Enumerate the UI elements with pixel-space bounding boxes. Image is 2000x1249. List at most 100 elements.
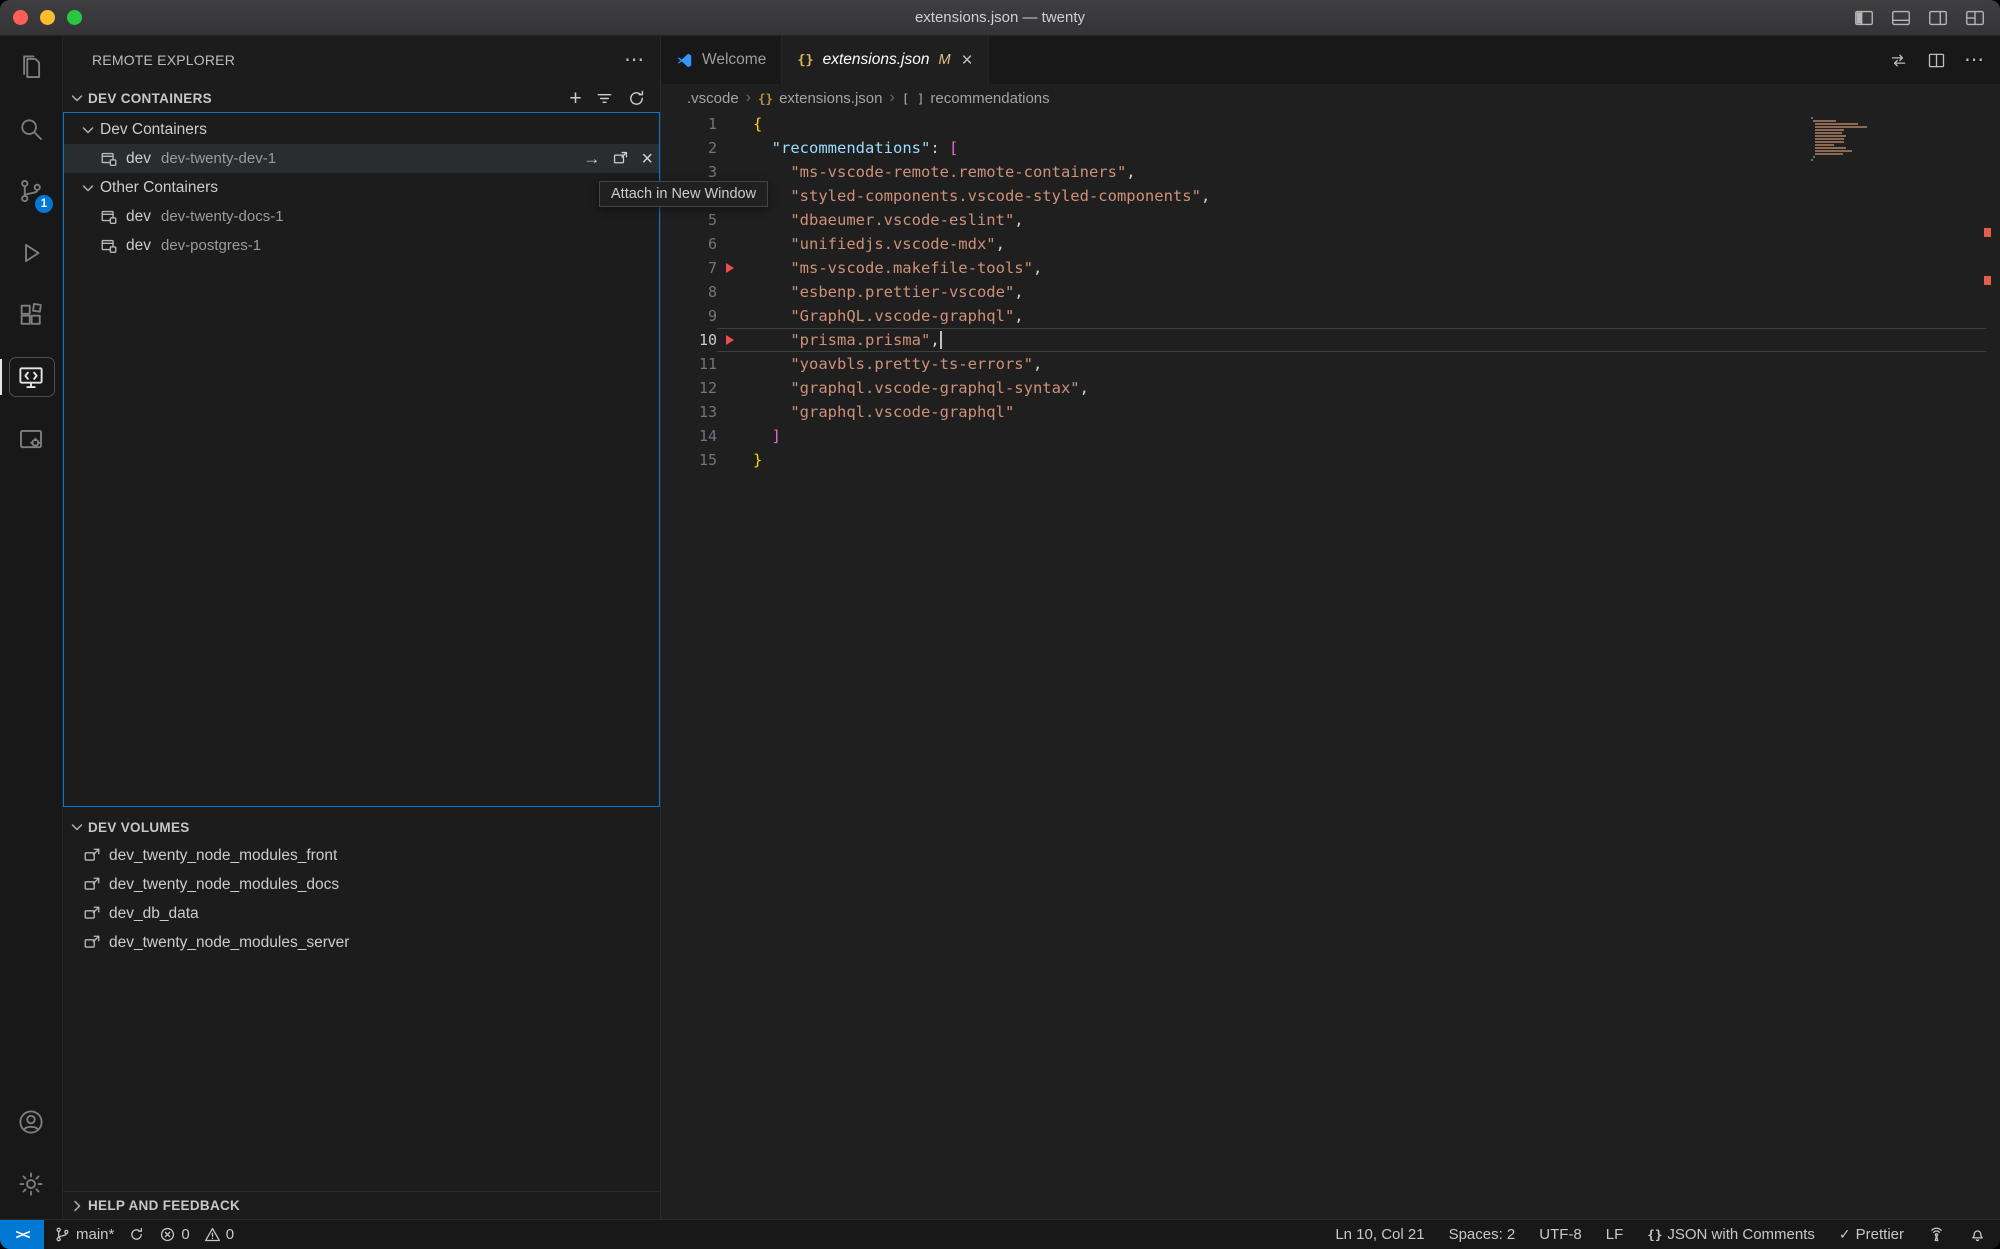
indentation-status[interactable]: Spaces: 2	[1449, 1226, 1516, 1243]
code-line-6[interactable]: 6 "unifiedjs.vscode-mdx",	[661, 232, 2000, 256]
activity-extensions[interactable]	[0, 284, 62, 346]
close-window-button[interactable]	[13, 10, 28, 25]
more-actions-icon[interactable]: ⋯	[624, 50, 644, 70]
volume-item-dev-twenty-node-modules-docs[interactable]: dev_twenty_node_modules_docs	[63, 870, 660, 899]
tab-welcome[interactable]: Welcome	[661, 36, 782, 84]
notifications-status[interactable]	[1969, 1226, 1986, 1243]
split-editor-icon[interactable]	[1926, 50, 1947, 71]
volume-icon	[83, 905, 101, 923]
formatter-status[interactable]: ✓ Prettier	[1839, 1226, 1904, 1243]
container-gear-icon	[16, 424, 46, 454]
filter-icon[interactable]	[595, 89, 614, 108]
code-text: "esbenp.prettier-vscode",	[753, 280, 1024, 304]
zoom-window-button[interactable]	[67, 10, 82, 25]
volume-item-dev-db-data[interactable]: dev_db_data	[63, 899, 660, 928]
code-line-8[interactable]: 8 "esbenp.prettier-vscode",	[661, 280, 2000, 304]
section-dev-volumes[interactable]: DEV VOLUMES	[63, 813, 660, 841]
code-line-15[interactable]: 15}	[661, 448, 2000, 472]
minimap-line	[1813, 156, 1815, 158]
activity-bar-bottom	[0, 1091, 62, 1215]
stop-container-icon[interactable]: ×	[641, 149, 653, 169]
section-help-and-feedback[interactable]: HELP AND FEEDBACK	[63, 1191, 660, 1219]
code-lines: 1{2 "recommendations": [3 "ms-vscode-rem…	[661, 112, 2000, 472]
code-line-9[interactable]: 9 "GraphQL.vscode-graphql",	[661, 304, 2000, 328]
volume-item-dev-twenty-node-modules-front[interactable]: dev_twenty_node_modules_front	[63, 841, 660, 870]
code-line-7[interactable]: 7 "ms-vscode.makefile-tools",	[661, 256, 2000, 280]
code-line-3[interactable]: 3 "ms-vscode-remote.remote-containers",	[661, 160, 2000, 184]
line-number: 14	[661, 424, 717, 448]
code-text: }	[753, 448, 762, 472]
code-line-13[interactable]: 13 "graphql.vscode-graphql"	[661, 400, 2000, 424]
activity-run-and-debug[interactable]	[0, 222, 62, 284]
container-item-dev-twenty-docs-1[interactable]: devdev-twenty-docs-1	[64, 202, 659, 231]
code-line-5[interactable]: 5 "dbaeumer.vscode-eslint",	[661, 208, 2000, 232]
errors-status[interactable]: 0	[159, 1226, 189, 1243]
breadcrumb-item-extensions-json[interactable]: {}extensions.json	[758, 90, 882, 107]
toggle-primary-sidebar-icon[interactable]	[1853, 7, 1875, 29]
code-line-11[interactable]: 11 "yoavbls.pretty-ts-errors",	[661, 352, 2000, 376]
container-icon	[100, 150, 118, 168]
attach-container-icon[interactable]: →	[583, 150, 600, 167]
eol-status[interactable]: LF	[1606, 1226, 1624, 1243]
activity-remote-explorer[interactable]	[0, 346, 62, 408]
gutter	[717, 328, 753, 352]
minimap-line	[1815, 147, 1846, 149]
feedback-status[interactable]	[1928, 1226, 1945, 1243]
gutter	[717, 352, 753, 376]
volume-item-dev-twenty-node-modules-server[interactable]: dev_twenty_node_modules_server	[63, 928, 660, 957]
code-line-1[interactable]: 1{	[661, 112, 2000, 136]
section-dev-containers[interactable]: DEV CONTAINERS +	[63, 84, 660, 112]
open-changes-icon[interactable]	[1888, 50, 1909, 71]
activity-accounts[interactable]	[0, 1091, 62, 1153]
minimize-window-button[interactable]	[40, 10, 55, 25]
activity-source-control[interactable]: 1	[0, 160, 62, 222]
language-mode-status[interactable]: {} JSON with Comments	[1647, 1226, 1815, 1243]
activity-dev-containers[interactable]	[0, 408, 62, 470]
code-line-4[interactable]: 4 "styled-components.vscode-styled-compo…	[661, 184, 2000, 208]
code-line-14[interactable]: 14 ]	[661, 424, 2000, 448]
activity-search[interactable]	[0, 98, 62, 160]
minimap-line	[1815, 123, 1858, 125]
container-icon	[100, 237, 118, 255]
line-number: 12	[661, 376, 717, 400]
customize-layout-icon[interactable]	[1964, 7, 1986, 29]
container-item-dev-twenty-dev-1[interactable]: devdev-twenty-dev-1→×	[64, 144, 659, 173]
minimap-line	[1815, 126, 1867, 128]
breadcrumb-item-recommendations[interactable]: [ ]recommendations	[902, 90, 1050, 107]
minimap-line	[1815, 153, 1843, 155]
breadcrumb-item-vscode[interactable]: .vscode	[687, 90, 739, 107]
toggle-panel-icon[interactable]	[1890, 7, 1912, 29]
encoding-status[interactable]: UTF-8	[1539, 1226, 1582, 1243]
code-line-2[interactable]: 2 "recommendations": [	[661, 136, 2000, 160]
new-container-icon[interactable]: +	[569, 88, 582, 109]
more-editor-actions-icon[interactable]: ⋯	[1964, 50, 1984, 70]
close-tab-icon[interactable]: ×	[962, 51, 973, 70]
activity-explorer[interactable]	[0, 36, 62, 98]
activity-settings[interactable]	[0, 1153, 62, 1215]
attach-in-new-window-icon[interactable]	[612, 150, 629, 167]
tree-group-other-containers[interactable]: Other Containers	[64, 173, 659, 202]
status-left: main* 0 0	[44, 1226, 234, 1243]
status-right: Ln 10, Col 21 Spaces: 2 UTF-8 LF {} JSON…	[1335, 1226, 2000, 1243]
container-item-dev-postgres-1[interactable]: devdev-postgres-1	[64, 231, 659, 260]
code-line-12[interactable]: 12 "graphql.vscode-graphql-syntax",	[661, 376, 2000, 400]
run-debug-icon	[16, 238, 46, 268]
minimap-line	[1815, 144, 1833, 146]
remote-indicator[interactable]: ><	[0, 1220, 44, 1249]
toggle-secondary-sidebar-icon[interactable]	[1927, 7, 1949, 29]
code-line-10[interactable]: 10 "prisma.prisma",	[661, 328, 2000, 352]
dev-containers-tree: Dev Containersdevdev-twenty-dev-1→×Other…	[63, 112, 660, 807]
minimap-line	[1815, 135, 1846, 137]
code-text: "yoavbls.pretty-ts-errors",	[753, 352, 1042, 376]
git-branch-status[interactable]: main*	[54, 1226, 114, 1243]
warnings-status[interactable]: 0	[204, 1226, 234, 1243]
gutter	[717, 400, 753, 424]
sync-status[interactable]	[128, 1226, 145, 1243]
refresh-icon[interactable]	[627, 89, 646, 108]
cursor-position-status[interactable]: Ln 10, Col 21	[1335, 1226, 1424, 1243]
minimap[interactable]	[1811, 117, 1891, 162]
volume-label: dev_twenty_node_modules_server	[109, 934, 349, 952]
tab-extensions-json[interactable]: {}extensions.jsonM×	[782, 36, 988, 84]
line-number: 6	[661, 232, 717, 256]
tree-group-dev-containers[interactable]: Dev Containers	[64, 115, 659, 144]
